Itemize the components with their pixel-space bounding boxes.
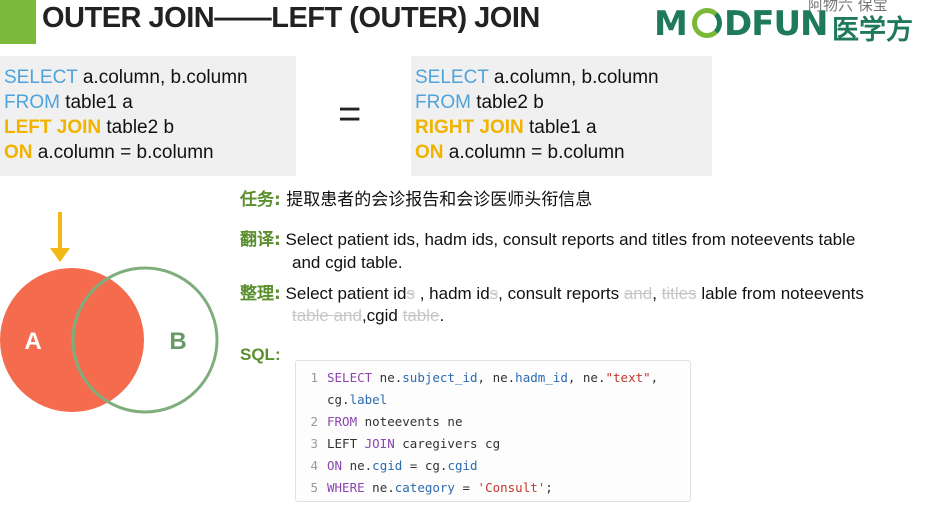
translation-row-2: and cgid table. [292, 252, 403, 274]
right-join-query: SELECT a.column, b.column FROM table2 b … [411, 56, 712, 176]
watermark-text: 阿物六 保宝 [808, 0, 888, 14]
struck-text: s [489, 284, 499, 303]
task-row: 任务: 提取患者的会诊报告和会诊医师头衔信息 [240, 189, 592, 211]
organize-row: 整理: Select patient ids , hadm ids, consu… [240, 284, 864, 304]
line-number: 1 [310, 370, 318, 385]
organize-row-2: table and,cgid table. [292, 306, 445, 325]
query-line: SELECT a.column, b.column [415, 67, 659, 88]
struck-text: table [402, 306, 440, 325]
venn-label-a: A [24, 328, 41, 355]
code-line: 3 LEFT JOIN caregivers cg [296, 433, 690, 455]
sql-code-block[interactable]: 1 SELECT ne.subject_id, ne.hadm_id, ne."… [295, 360, 691, 502]
translation-row: 翻译: Select patient ids, hadm ids, consul… [240, 229, 855, 251]
title-accent-bar [0, 0, 36, 44]
sql-label: SQL: [240, 345, 281, 364]
translation-text: Select patient ids, hadm ids, consult re… [280, 230, 856, 249]
equals-sign: = [338, 92, 362, 136]
query-line: ON a.column = b.column [415, 142, 625, 163]
code-line: 1 SELECT ne.subject_id, ne.hadm_id, ne."… [296, 367, 690, 389]
logo-letter-m: M [654, 4, 688, 44]
query-line: RIGHT JOIN table1 a [415, 117, 597, 138]
code-line: 4 ON ne.cgid = cg.cgid [296, 455, 690, 477]
venn-diagram: A B [0, 212, 219, 414]
code-line: 5 WHERE ne.category = 'Consult'; [296, 477, 690, 499]
arrow-head-icon [50, 248, 70, 262]
query-line: FROM table2 b [415, 92, 544, 113]
line-number: 3 [310, 436, 318, 451]
query-line: ON a.column = b.column [4, 142, 214, 163]
line-number: 4 [310, 458, 318, 473]
struck-text: and [623, 284, 653, 303]
left-join-query: SELECT a.column, b.column FROM table1 a … [0, 56, 296, 176]
logo-circle-icon [692, 8, 722, 38]
query-line: SELECT a.column, b.column [4, 67, 248, 88]
code-line-wrap: cg.label [327, 392, 388, 407]
organize-label: 整理: [240, 284, 281, 304]
slide-title: OUTER JOIN——LEFT (OUTER) JOIN [42, 2, 540, 34]
line-number: 2 [310, 414, 318, 429]
query-line: LEFT JOIN table2 b [4, 117, 175, 138]
translation-text-2: and cgid table. [292, 253, 403, 272]
struck-text: titles [661, 284, 697, 303]
code-line: 2 FROM noteevents ne [296, 411, 690, 433]
query-line: FROM table1 a [4, 92, 133, 113]
venn-label-b: B [169, 328, 186, 355]
line-number: 5 [310, 480, 318, 495]
task-label: 任务: [240, 190, 281, 210]
task-text: 提取患者的会诊报告和会诊医师头衔信息 [280, 190, 593, 210]
struck-text: s [406, 284, 416, 303]
struck-text: table and [292, 306, 362, 325]
translation-label: 翻译: [240, 230, 281, 250]
